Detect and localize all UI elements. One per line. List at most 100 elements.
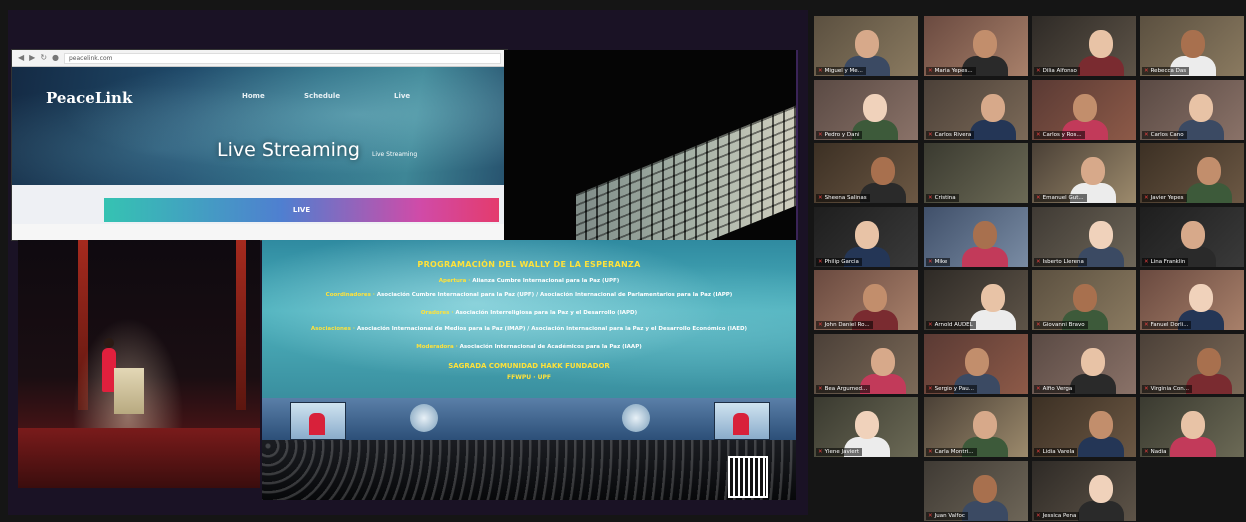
participant-tile[interactable]: ✕ Carlos Rivera [924,80,1028,140]
participant-tile[interactable]: ✕ Arnold AUDEL [924,270,1028,330]
participant-face [973,411,997,439]
participant-name-text: Alfio Verga [1042,386,1073,392]
participant-tile[interactable]: ✕ John Daniel Ro... [814,270,918,330]
muted-mic-icon: ✕ [928,322,933,328]
program-slide: PROGRAMACIÓN DEL WALLY DE LA ESPERANZA A… [262,240,796,398]
muted-mic-icon: ✕ [1036,259,1041,265]
participant-name: ✕ Carlos Rivera [926,131,975,139]
program-row: Moderadora · Asociación Internacional de… [416,344,642,350]
muted-mic-icon: ✕ [1144,68,1149,74]
muted-mic-icon: ✕ [928,449,933,455]
participant-name: ✕ Arnold AUDEL [926,321,976,329]
participant-name-text: Carlos y Ros... [1042,132,1082,138]
participant-name-text: Jessica Pena [1042,513,1077,519]
site-logo[interactable]: PeaceLink [46,89,132,107]
muted-mic-icon: ✕ [1036,132,1041,138]
hero-title: Live Streaming [217,139,360,161]
participant-tile[interactable]: ✕ Cristina [924,143,1028,203]
participant-face [973,30,997,58]
participant-tile[interactable]: ✕ Rebecca Das [1140,16,1244,76]
participant-tile[interactable]: ✕ Isberto Llerena [1032,207,1136,267]
participant-name-text: Pedro y Dani [824,132,860,138]
muted-mic-icon: ✕ [1036,68,1041,74]
participant-tile[interactable]: ✕ Emanuel Gut... [1032,143,1136,203]
participant-name-text: Dilia Alfonso [1042,68,1077,74]
back-icon[interactable]: ◀ [18,50,24,66]
participant-face [973,475,997,503]
muted-mic-icon: ✕ [928,68,933,74]
participant-body [1186,183,1232,203]
participant-tile[interactable]: ✕ Pedro y Dani [814,80,918,140]
emblem-icon [622,404,650,432]
row-label: Moderadora [416,344,454,350]
participant-tile[interactable]: ✕ Alfio Verga [1032,334,1136,394]
nav-schedule[interactable]: Schedule [304,92,340,100]
participant-face [1089,475,1113,503]
stage-floor [18,428,260,488]
row-label: Apertura [438,278,467,284]
participant-tile[interactable]: ✕ Giovanni Bravo [1032,270,1136,330]
program-row: Coordinadores · Asociación Cumbre Intern… [325,292,733,298]
participant-tile[interactable]: ✕ Maria Yepes... [924,16,1028,76]
muted-mic-icon: ✕ [818,259,823,265]
participant-tile[interactable]: ✕ Virginia Con... [1140,334,1244,394]
participant-tile[interactable]: ✕ Dilia Alfonso [1032,16,1136,76]
forward-icon[interactable]: ▶ [29,50,35,66]
reload-icon[interactable]: ↻ [40,50,47,66]
participant-face [1181,30,1205,58]
participant-name-text: Miguel y Me... [824,68,863,74]
participant-face [863,284,887,312]
nav-live[interactable]: Live [394,92,410,100]
muted-mic-icon: ✕ [1036,513,1041,519]
participant-tile[interactable]: ✕ Lidia Varela [1032,397,1136,457]
participant-tile[interactable]: ✕ Fanuel Dorli... [1140,270,1244,330]
participant-tile[interactable]: ✕ Sergio y Pau... [924,334,1028,394]
participant-face [1089,30,1113,58]
lock-icon: ● [52,53,59,62]
participant-name-text: Philip Garcia [824,259,859,265]
participant-tile[interactable]: ✕ Carlos Cano [1140,80,1244,140]
participant-name-text: Giovanni Bravo [1042,322,1085,328]
row-text: Alianza Cumbre Internacional para la Paz… [472,278,620,284]
participant-tile[interactable]: ✕ Mike [924,207,1028,267]
participant-name: ✕ Philip Garcia [816,258,862,266]
participant-tile[interactable]: ✕ Jessica Pena [1032,461,1136,521]
participant-tile[interactable]: ✕ Carla Montri... [924,397,1028,457]
live-button[interactable]: LIVE [104,198,499,222]
participant-tile[interactable]: ✕ Philip Garcia [814,207,918,267]
participant-face [1081,348,1105,376]
muted-mic-icon: ✕ [928,132,933,138]
participant-body [962,501,1008,521]
muted-mic-icon: ✕ [928,513,933,519]
browser-window: ◀ ▶ ↻ ● peacelink.com PeaceLink Home Sch… [12,50,507,240]
muted-mic-icon: ✕ [1036,195,1041,201]
participant-tile[interactable]: ✕ Ylene Javiert [814,397,918,457]
participant-tile[interactable]: ✕ Juan Valfoc [924,461,1028,521]
side-screen-right [714,402,770,440]
muted-mic-icon: ✕ [1144,259,1149,265]
qr-code-icon [728,456,768,498]
participant-tile[interactable]: ✕ Miguel y Me... [814,16,918,76]
muted-mic-icon: ✕ [818,68,823,74]
audience-stage [262,398,796,440]
muted-mic-icon: ✕ [928,259,933,265]
participant-body [1070,374,1116,394]
participant-face [1189,284,1213,312]
emblem-icon [410,404,438,432]
nav-home[interactable]: Home [242,92,265,100]
participant-name-text: Virginia Con... [1150,386,1190,392]
participant-tile[interactable]: ✕ Bea Argumed... [814,334,918,394]
participant-tile[interactable]: ✕ Sheena Salinas [814,143,918,203]
participant-name: ✕ Alfio Verga [1034,385,1076,393]
participant-tile[interactable]: ✕ Javier Yepes [1140,143,1244,203]
participant-face [965,348,989,376]
side-screen-left [290,402,346,440]
participant-tile[interactable]: ✕ Carlos y Ros... [1032,80,1136,140]
participant-name-text: Ylene Javiert [824,449,860,455]
participant-tile[interactable]: ✕ Lina Franklin [1140,207,1244,267]
participant-tile[interactable]: ✕ Nadia [1140,397,1244,457]
url-field[interactable]: peacelink.com [64,52,501,64]
audience-video [262,398,796,500]
row-text: Asociación Internacional de Académicos p… [459,344,642,350]
shared-screen: ◀ ▶ ↻ ● peacelink.com PeaceLink Home Sch… [8,10,808,515]
